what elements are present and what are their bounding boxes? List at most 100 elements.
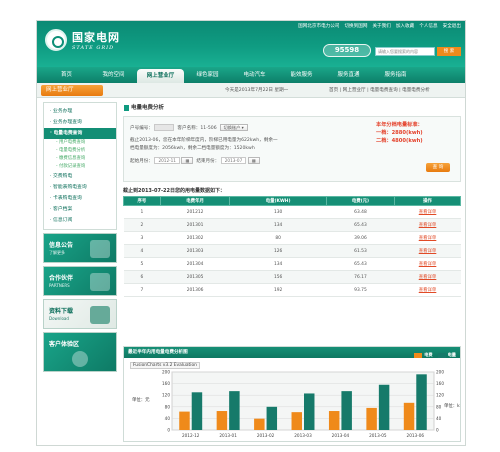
legend-fee-swatch (414, 352, 423, 358)
hotline-badge: 95598 (323, 44, 371, 57)
state-grid-logo-icon (45, 29, 67, 51)
sidebar-item-bill-query[interactable]: · 电量电费查询 (44, 128, 116, 139)
table-row: 2 201301 134 65.43 查看详单 (123, 218, 461, 232)
bar-fee (216, 411, 228, 430)
start-month-input[interactable]: 2012-11 (154, 157, 180, 164)
end-month-input[interactable]: 2013-07 (220, 157, 247, 164)
card-partners[interactable]: 合作伙伴 PARTNERS (43, 266, 117, 296)
sidebar-item-business-query[interactable]: · 业务办理查询 (44, 117, 116, 128)
nav-ev[interactable]: 电动汽车 (231, 67, 278, 83)
top-link-company[interactable]: 国网北京市电力公司 (298, 23, 339, 29)
bar-power (191, 392, 203, 430)
online-hall-button[interactable]: 网上营业厅 (41, 85, 103, 96)
x-tick-label: 2012-12 (182, 433, 200, 438)
view-detail-link[interactable]: 查看详单 (394, 231, 461, 245)
page: 国家电网 STATE GRID 国网北京市电力公司 切换到国网 关于我们 加入收… (36, 20, 466, 446)
table-cell: 201301 (160, 218, 230, 232)
tier-standard: 本年分档电量标准： 一档：2880(kwh) 二档：4800(kwh) (376, 121, 450, 145)
calendar-icon[interactable]: ▦ (181, 157, 194, 164)
bar-fee (366, 407, 377, 430)
monitor-icon (90, 306, 110, 324)
date-range: 起始月份： 2012-11 ▦ 结束月份： 2013-07 ▦ (130, 157, 260, 164)
sidebar-sub-payment-record[interactable]: - 付款记录查询 (44, 163, 116, 171)
sidebar-item-archive[interactable]: · 客户档案 (44, 204, 116, 215)
page-title: 电量电费分析 (123, 102, 461, 114)
y-tick-label: 160 (162, 381, 170, 386)
customer-name: 客户名称：11-506 (177, 126, 217, 131)
sidebar-item-subscribe[interactable]: · 信息订阅 (44, 215, 116, 226)
table-cell: 201303 (160, 244, 230, 258)
table-row: 1 201212 130 63.48 查看详单 (123, 205, 461, 219)
table-cell: 134 (229, 257, 327, 271)
view-detail-link[interactable]: 查看详单 (394, 218, 461, 232)
brand-en: STATE GRID (72, 45, 115, 51)
table-cell: 5 (123, 257, 161, 271)
sidebar-item-business[interactable]: · 业务办理 (44, 106, 116, 117)
top-link-about[interactable]: 关于我们 (372, 23, 390, 29)
view-detail-link[interactable]: 查看详单 (394, 244, 461, 258)
nav-guide[interactable]: 服务指南 (372, 67, 419, 83)
bar-fee (403, 402, 415, 430)
top-links: 国网北京市电力公司 切换到国网 关于我们 加入收藏 个人信息 安全退出 (298, 23, 461, 29)
table-cell: 4 (123, 244, 161, 258)
logo[interactable]: 国家电网 STATE GRID (45, 29, 120, 51)
nav-direct[interactable]: 服务直通 (325, 67, 372, 83)
search-input[interactable]: 请输入您要搜索的内容 (375, 47, 435, 56)
table-cell: 201304 (160, 257, 230, 271)
top-link-logout[interactable]: 安全退出 (443, 23, 461, 29)
calendar-icon[interactable]: ▦ (247, 157, 260, 164)
sidebar-item-card-meter[interactable]: · 卡表购电查询 (44, 193, 116, 204)
view-detail-link[interactable]: 查看详单 (394, 270, 461, 284)
y2-tick-label: 0 (436, 428, 439, 433)
card-experience[interactable]: 客户体验区 (43, 332, 117, 372)
card-download[interactable]: 资料下载 Download (43, 299, 117, 329)
nav-online-hall[interactable]: 网上营业厅 (137, 69, 184, 83)
search-button[interactable]: 搜 索 (437, 47, 461, 56)
sidebar-item-pay[interactable]: · 交费购电 (44, 171, 116, 182)
card-download-sub: Download (49, 316, 69, 321)
table-header-row: 序号 电费年月 电量(KWH) 电费(元) 操作 (123, 196, 461, 206)
table-cell: 134 (229, 218, 327, 232)
y2-tick-label: 40 (436, 416, 442, 421)
table-cell: 3 (123, 231, 161, 245)
table-row: 3 201302 80 39.06 查看详单 (123, 231, 461, 245)
table-cell: 1 (123, 205, 161, 219)
bar-fee (328, 411, 340, 430)
view-detail-link[interactable]: 查看详单 (394, 205, 461, 219)
table-row: 4 201303 126 61.53 查看详单 (123, 244, 461, 258)
nav-my-space[interactable]: 我的空间 (90, 67, 137, 83)
card-partners-sub: PARTNERS (49, 283, 70, 288)
table-cell: 39.06 (326, 231, 395, 245)
bar-fee (254, 418, 265, 430)
nav-energy[interactable]: 能效服务 (278, 67, 325, 83)
nav-home[interactable]: 首页 (43, 67, 90, 83)
view-detail-link[interactable]: 查看详单 (394, 283, 461, 297)
nav-green-home[interactable]: 绿色家园 (184, 67, 231, 83)
top-link-favorite[interactable]: 加入收藏 (396, 23, 414, 29)
top-link-profile[interactable]: 个人信息 (419, 23, 437, 29)
start-month-label: 起始月份： (130, 159, 153, 164)
account-label: 户号编号： (130, 126, 153, 131)
table-cell: 65.43 (326, 257, 395, 271)
card-announcement[interactable]: 信息公告 了解更多 (43, 233, 117, 263)
account-line: 户号编号： 客户名称：11-506 切换账户 ▾ (130, 124, 248, 131)
top-link-switch[interactable]: 切换到国网 (344, 23, 367, 29)
x-tick-label: 2013-03 (294, 433, 312, 438)
query-button[interactable]: 查 询 (426, 163, 450, 172)
site-header: 国家电网 STATE GRID 国网北京市电力公司 切换到国网 关于我们 加入收… (37, 21, 465, 67)
breadcrumb[interactable]: 首页 | 网上营业厅 | 电量电费查询 | 电量电费分析 (329, 87, 430, 93)
sidebar-sub-user-bill[interactable]: - 用户电费查询 (44, 139, 116, 147)
bar-power (378, 384, 390, 430)
view-detail-link[interactable]: 查看详单 (394, 257, 461, 271)
sidebar-sub-analysis[interactable]: - 电量电费分析 (44, 147, 116, 155)
end-month-label: 结束月份： (196, 159, 220, 164)
sidebar-item-smart-meter[interactable]: · 智能表购电查询 (44, 182, 116, 193)
switch-account-select[interactable]: 切换账户 ▾ (219, 124, 248, 131)
table-cell: 7 (123, 283, 161, 297)
play-icon (72, 351, 88, 367)
table-cell: 76.17 (326, 270, 395, 284)
sidebar-sub-payment-info[interactable]: - 缴费信息查询 (44, 155, 116, 163)
table-cell: 192 (229, 283, 327, 297)
bar-fee (179, 411, 190, 430)
table-cell: 201212 (160, 205, 230, 219)
